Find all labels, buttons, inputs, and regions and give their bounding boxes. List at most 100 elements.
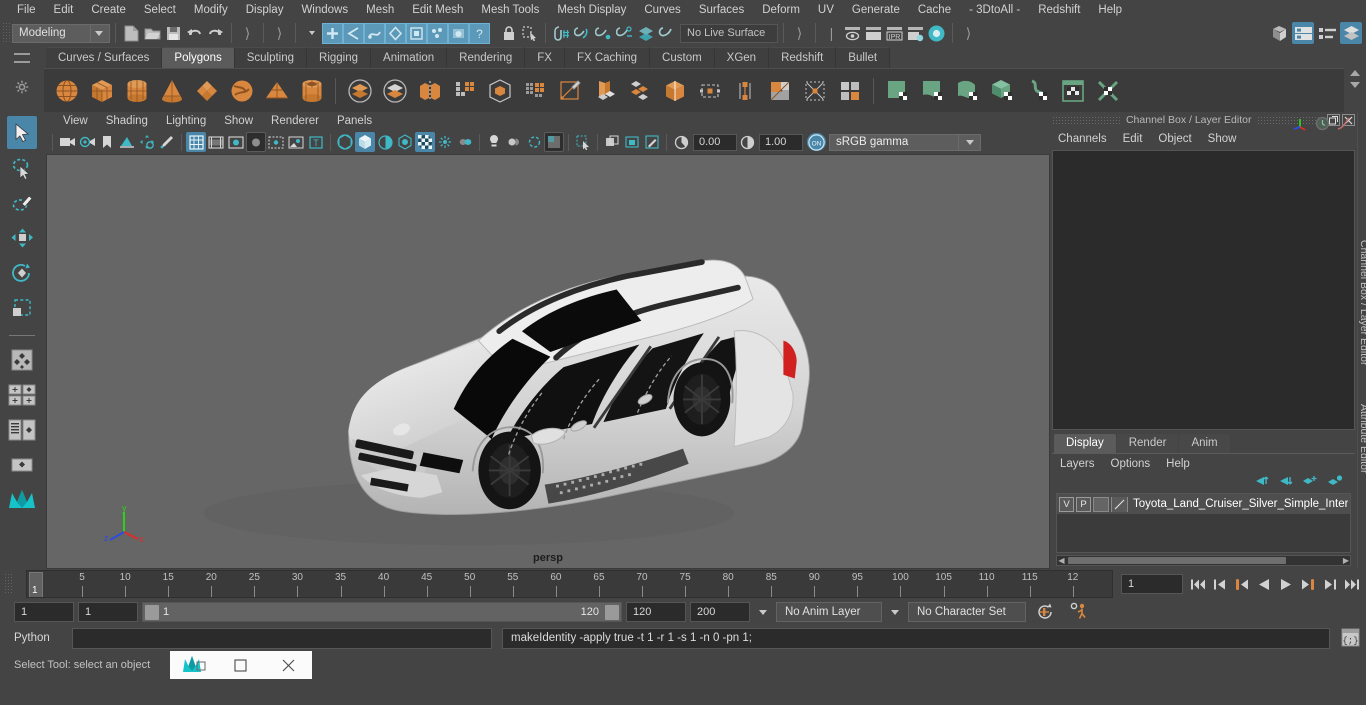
render-flyout[interactable]: | bbox=[821, 23, 842, 44]
isolate-select-icon[interactable] bbox=[544, 132, 564, 152]
selection-mode-flyout-b[interactable]: ⟩ bbox=[269, 23, 290, 44]
poly-reduce-icon[interactable] bbox=[483, 74, 516, 107]
snap-to-view-plane-icon[interactable] bbox=[635, 23, 656, 44]
menu-set-selector[interactable]: Modeling bbox=[12, 23, 110, 43]
uv-cut-sew-icon[interactable] bbox=[1091, 74, 1124, 107]
smooth-shade-all-icon[interactable] bbox=[355, 132, 375, 152]
step-forward-frame-icon[interactable] bbox=[1298, 574, 1317, 594]
poly-cylinder-icon[interactable] bbox=[120, 74, 153, 107]
color-management-toggle[interactable]: ON bbox=[807, 133, 826, 151]
shelf-tab-fx[interactable]: FX bbox=[525, 47, 565, 68]
list-item[interactable]: V P Toyota_Land_Cruiser_Silver_Simple_In… bbox=[1057, 494, 1351, 514]
layer-playback-toggle[interactable]: P bbox=[1076, 496, 1091, 512]
save-scene-icon[interactable] bbox=[163, 23, 184, 44]
poly-remesh-icon[interactable] bbox=[518, 74, 551, 107]
menu-mesh-tools[interactable]: Mesh Tools bbox=[472, 0, 548, 20]
persp-outliner-layout-icon[interactable] bbox=[7, 448, 37, 481]
layer-visibility-toggle[interactable]: V bbox=[1059, 496, 1074, 512]
uv-editor-icon[interactable] bbox=[833, 74, 866, 107]
character-set-combo[interactable]: No Character Set bbox=[908, 602, 1026, 622]
render-view-icon[interactable] bbox=[842, 23, 863, 44]
scroll-right-icon[interactable]: ▶ bbox=[1341, 556, 1350, 565]
menu-surfaces[interactable]: Surfaces bbox=[690, 0, 753, 20]
undo-icon[interactable] bbox=[184, 23, 205, 44]
ipr-render-icon[interactable]: IPR bbox=[884, 23, 905, 44]
color-space-field[interactable]: sRGB gamma bbox=[829, 133, 959, 151]
poly-bridge-icon[interactable] bbox=[658, 74, 691, 107]
time-slider[interactable]: 5 10 15 20 25 30 35 40 45 50 55 60 65 70 75 80 85 90 95 100… bbox=[26, 570, 1113, 598]
poly-helix-icon[interactable] bbox=[225, 74, 258, 107]
scale-tool[interactable] bbox=[7, 291, 37, 324]
help-mask-icon[interactable]: ? bbox=[469, 22, 490, 44]
character-set-dropdown-icon[interactable] bbox=[886, 602, 904, 622]
poly-smooth-icon[interactable] bbox=[448, 74, 481, 107]
shelf-tab-custom[interactable]: Custom bbox=[650, 47, 715, 68]
auto-key-icon[interactable] bbox=[1035, 602, 1055, 622]
uv-mask-icon[interactable] bbox=[448, 22, 469, 44]
film-gate-icon[interactable] bbox=[206, 132, 226, 152]
menu-uv[interactable]: UV bbox=[809, 0, 843, 20]
menu-select[interactable]: Select bbox=[135, 0, 185, 20]
time-slider-grip[interactable] bbox=[4, 573, 12, 595]
display-text-icon[interactable]: T bbox=[306, 132, 326, 152]
snap-layout-icon[interactable] bbox=[7, 378, 37, 411]
step-forward-keyframe-icon[interactable] bbox=[1320, 574, 1339, 594]
isolate-select-marquee-icon[interactable] bbox=[573, 132, 593, 152]
channel-box-menu-channels[interactable]: Channels bbox=[1050, 133, 1115, 145]
command-input[interactable] bbox=[72, 627, 492, 649]
poly-crease-icon[interactable] bbox=[798, 74, 831, 107]
viewport-3d[interactable]: y x z persp bbox=[46, 154, 1050, 569]
selection-marquee-icon[interactable] bbox=[519, 23, 540, 44]
viewport-menu-panels[interactable]: Panels bbox=[328, 115, 381, 127]
substitute-geometry-icon[interactable] bbox=[622, 132, 642, 152]
gamma-control-icon[interactable] bbox=[737, 132, 757, 152]
2d-pan-zoom-icon[interactable] bbox=[137, 132, 157, 152]
shelf-tab-animation[interactable]: Animation bbox=[371, 47, 448, 68]
menu-deform[interactable]: Deform bbox=[753, 0, 809, 20]
anim-layer-dropdown-icon[interactable] bbox=[754, 602, 772, 622]
poly-bevel-icon[interactable] bbox=[623, 74, 656, 107]
gate-mask-icon[interactable] bbox=[246, 132, 266, 152]
select-by-object-type-icon[interactable] bbox=[343, 22, 364, 44]
rotate-tool[interactable] bbox=[7, 256, 37, 289]
scroll-left-icon[interactable]: ◀ bbox=[1057, 556, 1066, 565]
shelf-tab-redshift[interactable]: Redshift bbox=[769, 47, 837, 68]
command-language-label[interactable]: Python bbox=[14, 632, 66, 644]
minimize-icon[interactable] bbox=[217, 651, 264, 679]
grid-toggle-icon[interactable] bbox=[186, 132, 206, 152]
status-line-expand-icon[interactable]: ⟩ bbox=[958, 23, 979, 44]
layer-name[interactable]: Toyota_Land_Cruiser_Silver_Simple_Inter bbox=[1130, 498, 1348, 510]
poly-quad-draw-icon[interactable] bbox=[763, 74, 796, 107]
wireframe-icon[interactable] bbox=[335, 132, 355, 152]
xray-active-components-icon[interactable] bbox=[524, 132, 544, 152]
snap-to-active-icon[interactable] bbox=[656, 23, 677, 44]
viewport-menu-lighting[interactable]: Lighting bbox=[157, 115, 215, 127]
shelf-tab-rigging[interactable]: Rigging bbox=[307, 47, 372, 68]
four-view-layout-icon[interactable] bbox=[7, 413, 37, 446]
paint-select-tool[interactable] bbox=[7, 186, 37, 219]
menu-display[interactable]: Display bbox=[237, 0, 293, 20]
hypershade-icon[interactable] bbox=[926, 23, 947, 44]
grease-pencil-icon[interactable] bbox=[157, 132, 177, 152]
maya-app-icon[interactable] bbox=[170, 651, 217, 679]
poly-cone-icon[interactable] bbox=[155, 74, 188, 107]
selection-mode-flyout-a[interactable]: ⟩ bbox=[237, 23, 258, 44]
poly-sphere-icon[interactable] bbox=[50, 74, 83, 107]
resolution-gate-icon[interactable] bbox=[226, 132, 246, 152]
poly-append-icon[interactable] bbox=[693, 74, 726, 107]
layer-menu-options[interactable]: Options bbox=[1103, 458, 1159, 470]
poly-cube-icon[interactable] bbox=[85, 74, 118, 107]
panel-grip-left[interactable] bbox=[1052, 115, 1120, 125]
range-handle-left[interactable] bbox=[145, 605, 159, 620]
menu-mesh-display[interactable]: Mesh Display bbox=[548, 0, 635, 20]
shelf-tab-bullet[interactable]: Bullet bbox=[836, 47, 891, 68]
channel-box-menu-show[interactable]: Show bbox=[1200, 133, 1245, 145]
curve-icon[interactable] bbox=[1336, 116, 1351, 134]
animation-preferences-icon[interactable] bbox=[1069, 602, 1089, 622]
uv-automatic-map-icon[interactable] bbox=[986, 74, 1019, 107]
poly-extrude-icon[interactable] bbox=[588, 74, 621, 107]
redo-icon[interactable] bbox=[205, 23, 226, 44]
move-layer-up-icon[interactable] bbox=[1254, 475, 1269, 490]
play-forwards-icon[interactable] bbox=[1276, 574, 1295, 594]
menu-edit-mesh[interactable]: Edit Mesh bbox=[403, 0, 472, 20]
